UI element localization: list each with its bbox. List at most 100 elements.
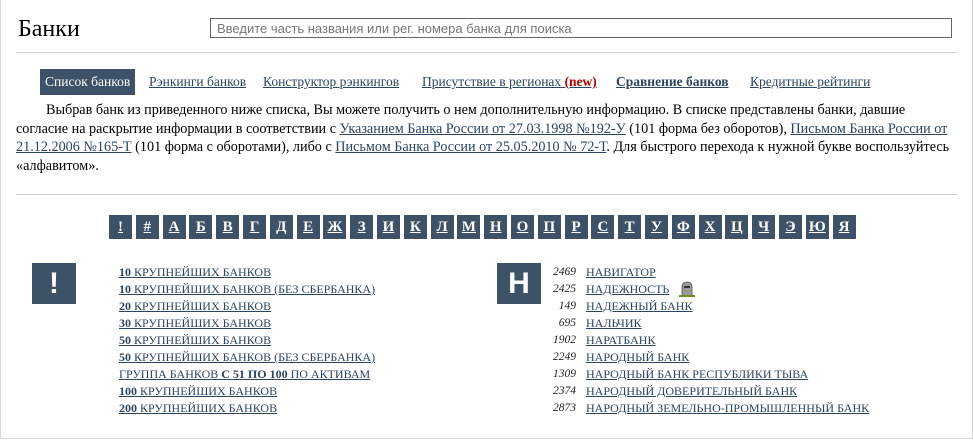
list-item: 50 КРУПНЕЙШИХ БАНКОВ (БЕЗ СБЕРБАНКА) bbox=[119, 349, 375, 366]
bank-link[interactable]: НАРОДНЫЙ БАНК bbox=[586, 349, 689, 366]
section-letter-excl: ! bbox=[32, 263, 76, 304]
reg-number: 2374 bbox=[553, 385, 576, 397]
link-text: КРУПНЕЙШИХ БАНКОВ bbox=[131, 265, 272, 279]
intro-part-3: (101 форма с оборотами), либо с bbox=[131, 139, 336, 155]
intro-text: Выбрав банк из приведенного ниже списка,… bbox=[16, 101, 956, 175]
bank-link[interactable]: НАЛЬЧИК bbox=[586, 315, 642, 332]
alphabet-letter-button[interactable]: З bbox=[350, 215, 374, 239]
link-count: 10 bbox=[119, 265, 131, 279]
list-item: 10 КРУПНЕЙШИХ БАНКОВ (БЕЗ СБЕРБАНКА) bbox=[119, 281, 375, 298]
alphabet-letter-button[interactable]: Ц bbox=[725, 215, 749, 239]
rip-tombstone-icon bbox=[679, 281, 695, 297]
top-banks-link[interactable]: 30 КРУПНЕЙШИХ БАНКОВ bbox=[119, 316, 271, 330]
alphabet-letter-button[interactable]: Ч bbox=[752, 215, 776, 239]
link-count: 50 bbox=[119, 350, 131, 364]
alphabet-letter-button[interactable]: П bbox=[537, 215, 561, 239]
tab-credit-ratings[interactable]: Кредитные рейтинги bbox=[750, 69, 870, 95]
alphabet-letter-button[interactable]: Б bbox=[189, 215, 213, 239]
alphabet-letter-button[interactable]: Т bbox=[618, 215, 642, 239]
alphabet-letter-button[interactable]: ! bbox=[109, 215, 132, 239]
bank-link[interactable]: НАВИГАТОР bbox=[586, 264, 656, 281]
link-count: С 51 ПО 100 bbox=[221, 367, 288, 381]
link-text: КРУПНЕЙШИХ БАНКОВ (БЕЗ СБЕРБАНКА) bbox=[131, 282, 376, 296]
list-item: 20 КРУПНЕЙШИХ БАНКОВ bbox=[119, 298, 271, 315]
list-item: 100 КРУПНЕЙШИХ БАНКОВ bbox=[119, 383, 277, 400]
link-text: КРУПНЕЙШИХ БАНКОВ bbox=[137, 384, 278, 398]
link-text: КРУПНЕЙШИХ БАНКОВ bbox=[131, 316, 272, 330]
link-count: 50 bbox=[119, 333, 131, 347]
tab-rankings[interactable]: Рэнкинги банков bbox=[149, 69, 246, 95]
list-item: 50 КРУПНЕЙШИХ БАНКОВ bbox=[119, 332, 271, 349]
alphabet-letter-button[interactable]: Н bbox=[484, 215, 508, 239]
link-letter-72[interactable]: Письмом Банка России от 25.05.2010 № 72-… bbox=[335, 139, 606, 155]
tab-ranking-builder[interactable]: Конструктор рэнкингов bbox=[263, 69, 399, 95]
link-text: КРУПНЕЙШИХ БАНКОВ (БЕЗ СБЕРБАНКА) bbox=[131, 350, 376, 364]
reg-number: 149 bbox=[558, 300, 576, 312]
list-item: 200 КРУПНЕЙШИХ БАНКОВ bbox=[119, 400, 277, 417]
link-count: 20 bbox=[119, 299, 131, 313]
bank-link[interactable]: НАДЕЖНЫЙ БАНК bbox=[586, 298, 692, 315]
alphabet-letter-button[interactable]: Г bbox=[243, 215, 266, 239]
reg-number: 2249 bbox=[553, 351, 576, 363]
link-text: КРУПНЕЙШИХ БАНКОВ bbox=[137, 401, 278, 415]
new-badge: (new) bbox=[564, 74, 597, 89]
bank-link[interactable]: НАРОДНЫЙ БАНК РЕСПУБЛИКИ ТЫВА bbox=[586, 366, 808, 383]
alphabet-letter-button[interactable]: С bbox=[591, 215, 615, 239]
reg-number: 1309 bbox=[553, 368, 576, 380]
alphabet-letter-button[interactable]: А bbox=[162, 215, 186, 239]
alphabet-letter-button[interactable]: Ж bbox=[323, 215, 347, 239]
link-count: 200 bbox=[119, 401, 137, 415]
link-prefix: ГРУППА БАНКОВ bbox=[119, 367, 222, 381]
bank-link[interactable]: НАРОДНЫЙ ЗЕМЕЛЬНО-ПРОМЫШЛЕННЫЙ БАНК bbox=[586, 400, 869, 417]
bank-link[interactable]: НАРОДНЫЙ ДОВЕРИТЕЛЬНЫЙ БАНК bbox=[586, 383, 797, 400]
alphabet-letter-button[interactable]: # bbox=[135, 215, 159, 239]
tab-bank-list[interactable]: Список банков bbox=[40, 69, 136, 95]
page-title: Банки bbox=[18, 16, 80, 42]
alphabet-letter-button[interactable]: Ф bbox=[671, 215, 695, 239]
link-count: 10 bbox=[119, 282, 131, 296]
link-count: 30 bbox=[119, 316, 131, 330]
alphabet-letter-button[interactable]: О bbox=[511, 215, 534, 239]
alphabet-letter-button[interactable]: Х bbox=[698, 215, 722, 239]
tab-regional-presence[interactable]: Присутствие в регионах (new) bbox=[422, 69, 597, 95]
alphabet-letter-button[interactable]: Ю bbox=[805, 215, 829, 239]
list-item: ГРУППА БАНКОВ С 51 ПО 100 ПО АКТИВАМ bbox=[119, 366, 370, 383]
top-banks-link[interactable]: 10 КРУПНЕЙШИХ БАНКОВ (БЕЗ СБЕРБАНКА) bbox=[119, 282, 375, 296]
divider bbox=[16, 194, 957, 195]
search-input[interactable]: Введите часть названия или рег. номера б… bbox=[210, 18, 952, 38]
link-text: КРУПНЕЙШИХ БАНКОВ bbox=[131, 299, 272, 313]
alphabet-letter-button[interactable]: И bbox=[377, 215, 400, 239]
alphabet-letter-button[interactable]: Е bbox=[296, 215, 320, 239]
list-item: 10 КРУПНЕЙШИХ БАНКОВ bbox=[119, 264, 271, 281]
alphabet-letter-button[interactable]: Л bbox=[430, 215, 454, 239]
top-banks-link[interactable]: 50 КРУПНЕЙШИХ БАНКОВ bbox=[119, 333, 271, 347]
reg-number: 2469 bbox=[553, 266, 576, 278]
top-banks-link[interactable]: 200 КРУПНЕЙШИХ БАНКОВ bbox=[119, 401, 277, 415]
bank-link[interactable]: НАРАТБАНК bbox=[586, 332, 655, 349]
alphabet-letter-button[interactable]: Я bbox=[832, 215, 856, 239]
alphabet-letter-button[interactable]: У bbox=[645, 215, 668, 239]
alphabet-letter-button[interactable]: М bbox=[457, 215, 481, 239]
top-banks-link[interactable]: 10 КРУПНЕЙШИХ БАНКОВ bbox=[119, 265, 271, 279]
alphabet-letter-button[interactable]: Э bbox=[779, 215, 802, 239]
reg-number: 2425 bbox=[553, 283, 576, 295]
intro-part-2: (101 форма без оборотов), bbox=[625, 120, 791, 137]
reg-number: 1902 bbox=[553, 334, 576, 346]
bank-link[interactable]: НАДЕЖНОСТЬ bbox=[586, 281, 669, 298]
top-banks-link[interactable]: 50 КРУПНЕЙШИХ БАНКОВ (БЕЗ СБЕРБАНКА) bbox=[119, 350, 375, 364]
link-text: КРУПНЕЙШИХ БАНКОВ bbox=[131, 333, 272, 347]
top-banks-link[interactable]: ГРУППА БАНКОВ С 51 ПО 100 ПО АКТИВАМ bbox=[119, 367, 370, 381]
alphabet-letter-button[interactable]: В bbox=[216, 215, 240, 239]
top-banks-link[interactable]: 100 КРУПНЕЙШИХ БАНКОВ bbox=[119, 384, 277, 398]
link-decree-192[interactable]: Указанием Банка России от 27.03.1998 №19… bbox=[340, 121, 626, 137]
tab-regional-presence-label: Присутствие в регионах bbox=[422, 74, 562, 89]
alphabet-letter-button[interactable]: Д bbox=[269, 215, 293, 239]
list-item: 30 КРУПНЕЙШИХ БАНКОВ bbox=[119, 315, 271, 332]
top-banks-link[interactable]: 20 КРУПНЕЙШИХ БАНКОВ bbox=[119, 299, 271, 313]
page-header: Банки Введите часть названия или рег. но… bbox=[16, 10, 957, 53]
tab-compare-banks[interactable]: Сравнение банков bbox=[616, 69, 729, 95]
link-text: ПО АКТИВАМ bbox=[287, 367, 371, 381]
link-count: 100 bbox=[119, 384, 137, 398]
alphabet-letter-button[interactable]: Р bbox=[564, 215, 588, 239]
alphabet-letter-button[interactable]: К bbox=[403, 215, 427, 239]
